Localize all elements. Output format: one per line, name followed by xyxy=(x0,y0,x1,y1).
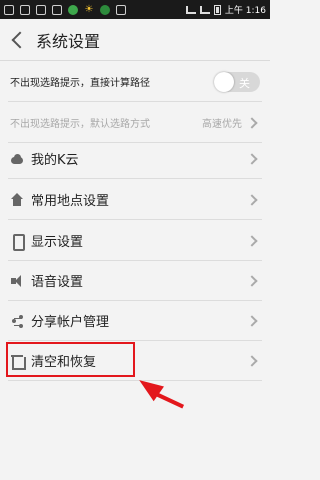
puzzle-icon xyxy=(116,4,126,15)
direct-route-toggle[interactable]: 关 xyxy=(214,71,260,92)
menu-item-my-kcloud[interactable]: 我的K云 xyxy=(0,138,270,179)
toggle-label: 关 xyxy=(239,76,250,90)
download-icon xyxy=(52,4,62,15)
image-icon xyxy=(20,4,30,15)
wifi-icon xyxy=(185,5,196,14)
menu-item-label: 我的K云 xyxy=(31,153,79,168)
status-time: 上午 1:16 xyxy=(224,6,266,16)
highlight-box xyxy=(6,342,135,377)
toggle-knob xyxy=(214,71,234,92)
app-icon xyxy=(68,4,78,15)
back-arrow-icon[interactable] xyxy=(8,29,30,51)
phone-icon xyxy=(10,233,25,251)
menu-item-share-accounts[interactable]: 分享帐户管理 xyxy=(0,300,270,341)
cloud-icon xyxy=(10,152,24,166)
mail-icon xyxy=(36,4,46,15)
direct-route-row: 不出现选路提示，直接计算路径 关 xyxy=(0,61,270,102)
menu-item-common-places[interactable]: 常用地点设置 xyxy=(0,179,270,220)
home-icon xyxy=(10,192,24,207)
speaker-icon xyxy=(10,274,24,288)
menu-item-label: 常用地点设置 xyxy=(31,194,110,209)
default-route-row: 不出现选路提示，默认选路方式 高速优先 xyxy=(0,102,270,143)
menu-item-label: 分享帐户管理 xyxy=(31,315,110,330)
status-bar: ☀ 上午 1:16 xyxy=(0,0,270,19)
direct-route-label: 不出现选路提示，直接计算路径 xyxy=(10,78,150,89)
battery-icon xyxy=(213,4,221,15)
leaf-icon xyxy=(100,4,110,15)
menu-item-voice-settings[interactable]: 语音设置 xyxy=(0,260,270,301)
menu-item-label: 显示设置 xyxy=(31,235,84,250)
page-title: 系统设置 xyxy=(36,32,101,51)
chevron-right-icon xyxy=(246,354,258,367)
chevron-right-icon xyxy=(246,234,258,247)
menu-item-label: 语音设置 xyxy=(31,275,84,290)
chevron-right-icon xyxy=(246,193,258,206)
chevron-right-icon xyxy=(246,274,258,287)
menu-item-display-settings[interactable]: 显示设置 xyxy=(0,220,270,261)
header: 系统设置 xyxy=(0,19,270,61)
arrow-shaft xyxy=(155,392,185,409)
divider xyxy=(8,380,262,381)
status-bar-right: 上午 1:16 xyxy=(185,3,266,16)
default-route-value: 高速优先 xyxy=(202,119,242,130)
android-icon xyxy=(4,4,14,15)
default-route-label: 不出现选路提示，默认选路方式 xyxy=(10,119,150,130)
chevron-right-icon xyxy=(246,116,258,129)
signal-icon xyxy=(199,5,210,14)
sun-icon: ☀ xyxy=(84,3,94,15)
chevron-right-icon xyxy=(246,152,258,165)
chevron-right-icon xyxy=(246,314,258,327)
share-icon xyxy=(10,314,24,328)
